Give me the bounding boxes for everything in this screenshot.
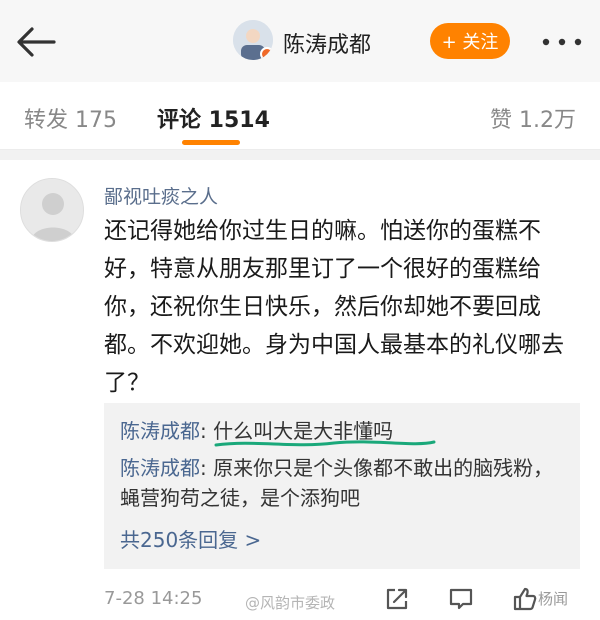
reply-separator: :: [200, 419, 214, 443]
view-all-replies-link[interactable]: 共250条回复 >: [120, 524, 261, 553]
footer-brand-watermark: 杨闻: [538, 590, 569, 608]
verified-badge-icon: [260, 47, 273, 60]
reply-username[interactable]: 陈涛成都: [120, 419, 200, 443]
tab-comments[interactable]: 评论 1514: [157, 102, 270, 134]
reply-item[interactable]: 陈涛成都: 原来你只是个头像都不敢出的脑残粉，蝇营狗苟之徒，是个添狗吧: [120, 453, 570, 513]
comment-timestamp: 7-28 14:25: [104, 588, 203, 609]
comment-footer: 7-28 14:25 @风韵市委政 杨闻: [0, 580, 600, 620]
author-name[interactable]: 陈涛成都: [283, 27, 371, 59]
comment-icon[interactable]: [448, 586, 474, 612]
more-dots-icon[interactable]: [540, 37, 584, 47]
follow-button[interactable]: + 关注: [430, 23, 510, 59]
highlight-underline: [214, 440, 436, 447]
share-icon[interactable]: [384, 586, 410, 612]
reply-separator: :: [200, 456, 214, 480]
back-arrow-icon[interactable]: [14, 22, 58, 62]
default-avatar-icon: [21, 179, 83, 241]
tab-reposts[interactable]: 转发 175: [24, 102, 117, 134]
replies-box[interactable]: 陈涛成都: 什么叫大是大非懂吗 陈涛成都: 原来你只是个头像都不敢出的脑残粉，蝇…: [104, 403, 580, 569]
comment-text: 还记得她给你过生日的嘛。怕送你的蛋糕不好，特意从朋友那里订了一个很好的蛋糕给你，…: [104, 218, 564, 396]
tab-bar: 转发 175 评论 1514 赞 1.2万: [0, 82, 600, 150]
tab-likes[interactable]: 赞 1.2万: [490, 102, 576, 134]
watermark: @风韵市委政: [245, 594, 336, 612]
reply-username[interactable]: 陈涛成都: [120, 456, 200, 480]
author-avatar[interactable]: [233, 20, 273, 60]
section-divider: [0, 150, 600, 160]
commenter-avatar[interactable]: [20, 178, 84, 242]
active-tab-indicator: [182, 140, 240, 145]
like-icon[interactable]: [512, 586, 538, 612]
top-bar: 陈涛成都 + 关注: [0, 0, 600, 82]
commenter-username[interactable]: 鄙视吐痰之人: [104, 182, 218, 209]
